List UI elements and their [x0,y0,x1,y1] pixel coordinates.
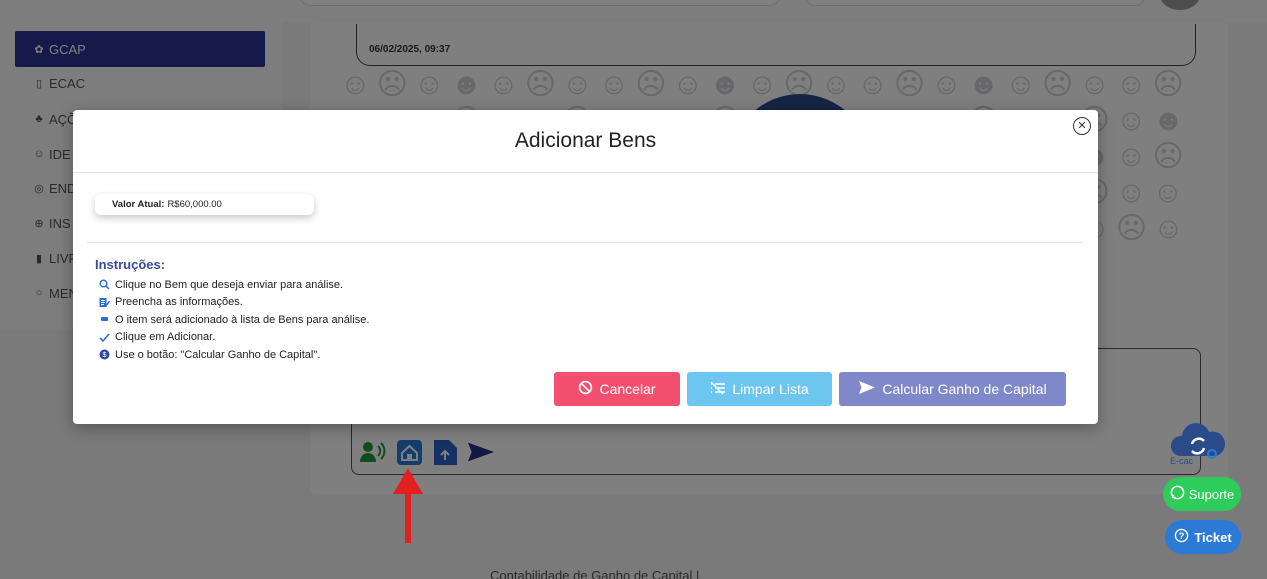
clear-list-icon [710,380,726,398]
modal-title: Adicionar Bens [514,129,657,152]
adicionar-bens-modal: Adicionar Bens ✕ Valor Atual: R$60,000.0… [73,110,1098,424]
whatsapp-icon [1170,485,1185,503]
valor-atual-value: R$60,000.00 [167,199,222,210]
edit-icon [99,297,110,308]
instruction-item: Clique em Adicionar. [99,329,369,347]
check-icon [99,332,110,343]
valor-atual-card: Valor Atual: R$60,000.00 [95,194,314,215]
modal-header: Adicionar Bens [73,110,1098,173]
suporte-label: Suporte [1188,486,1235,502]
limpar-lista-button[interactable]: Limpar Lista [687,372,832,406]
list-icon [99,314,110,325]
close-icon[interactable]: ✕ [1073,117,1091,135]
svg-text:?: ? [1179,531,1185,541]
instruction-item: Preencha as informações. [99,294,369,312]
ticket-label: Ticket [1194,529,1232,545]
instruction-item: $ Use o botão: "Calcular Ganho de Capita… [99,346,369,364]
calcular-ganho-button[interactable]: Calcular Ganho de Capital [839,372,1066,406]
calcular-label: Calcular Ganho de Capital [882,381,1047,397]
ban-icon [578,380,593,398]
cancel-button[interactable]: Cancelar [554,372,680,406]
annotation-arrow-shaft [405,488,411,543]
suporte-button[interactable]: Suporte [1163,477,1241,511]
limpar-label: Limpar Lista [732,381,809,397]
instructions-list: Clique no Bem que deseja enviar para aná… [99,276,369,364]
instruction-item: Clique no Bem que deseja enviar para aná… [99,276,369,294]
instruction-item: O item será adicionado à lista de Bens p… [99,311,369,329]
question-icon: ? [1174,528,1189,546]
ticket-button[interactable]: ? Ticket [1165,520,1241,554]
valor-atual-label: Valor Atual: [112,199,165,210]
divider [87,242,1083,243]
cancel-label: Cancelar [599,381,656,397]
send-icon [858,380,876,398]
coin-icon: $ [99,349,110,360]
search-icon [99,279,110,290]
instructions-title: Instruções: [95,257,166,272]
ecac-label: E-cac [1170,456,1194,466]
